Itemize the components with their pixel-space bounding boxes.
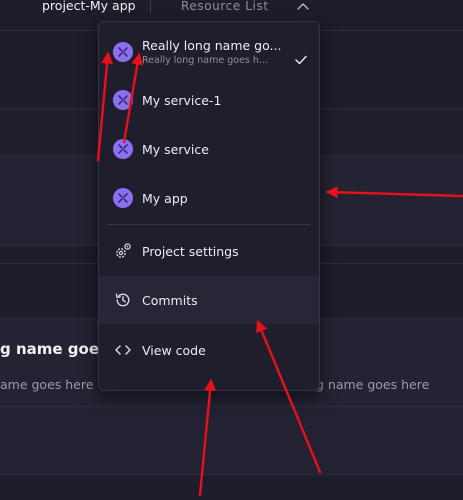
menu-item-service-really-long-name[interactable]: Really long name go... Really long name … [99, 28, 319, 76]
card-subtitle: ame goes here [0, 377, 94, 392]
gear-icon [114, 242, 132, 260]
top-bar-divider [150, 0, 151, 14]
checkmark-icon [295, 50, 307, 69]
menu-item-view-code[interactable]: View code [99, 326, 319, 374]
menu-item-label: Project settings [142, 244, 239, 259]
menu-item-label: My service [142, 142, 209, 157]
menu-divider [107, 224, 311, 225]
menu-item-project-settings[interactable]: Project settings [99, 227, 319, 275]
project-dropdown-menu: Really long name go... Really long name … [98, 21, 320, 391]
menu-item-service-my-app[interactable]: My app [99, 174, 319, 222]
service-icon [113, 188, 133, 208]
menu-item-service-my-service[interactable]: My service [99, 125, 319, 173]
service-icon [113, 90, 133, 110]
menu-item-commits[interactable]: Commits [99, 276, 319, 324]
menu-item-sublabel: Really long name goes h... [142, 55, 268, 66]
menu-item-label: View code [142, 343, 206, 358]
tab-resource-list[interactable]: Resource List [181, 0, 269, 14]
history-icon [114, 291, 132, 309]
card-subtitle: g name goes here [316, 377, 430, 392]
menu-item-service-my-service-1[interactable]: My service-1 [99, 76, 319, 124]
chevron-up-icon[interactable] [295, 0, 311, 14]
background-row [0, 406, 463, 475]
card-title: g name goes [0, 340, 108, 358]
code-icon [114, 341, 132, 359]
project-name[interactable]: project-My app [42, 0, 136, 14]
service-icon [113, 139, 133, 159]
menu-item-label: My app [142, 191, 188, 206]
background-row [0, 474, 463, 500]
service-icon [113, 42, 133, 62]
menu-item-label: Really long name go... [142, 38, 282, 53]
menu-item-label: My service-1 [142, 93, 222, 108]
menu-item-label: Commits [142, 293, 198, 308]
